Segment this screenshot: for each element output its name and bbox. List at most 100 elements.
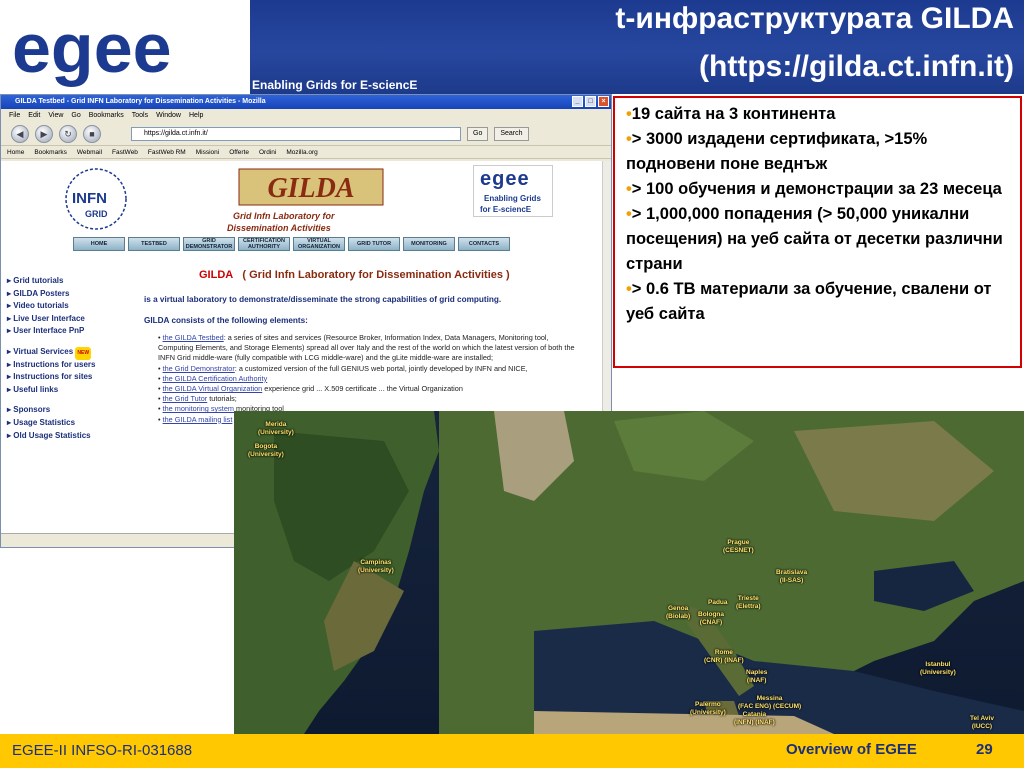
link-monitoring[interactable]: the monitoring system <box>163 404 234 413</box>
map-label-bologna: Bologna (CNAF) <box>698 611 724 626</box>
egee-logo-text: egee <box>12 9 172 87</box>
bookmark-missioni[interactable]: Missioni <box>196 146 219 158</box>
menu-help[interactable]: Help <box>189 109 203 122</box>
close-icon[interactable]: × <box>598 96 609 107</box>
link-old-usage-statistics[interactable]: ▸ Old Usage Statistics <box>7 430 127 443</box>
map-label-campinas: Campinas (University) <box>358 559 394 574</box>
tagline: Enabling Grids for E-sciencE <box>252 78 418 92</box>
link-grid-tutorials[interactable]: ▸ Grid tutorials <box>7 275 127 288</box>
link-sponsors[interactable]: ▸ Sponsors <box>7 404 127 417</box>
nav-certification-authority[interactable]: CERTIFICATION AUTHORITY <box>238 237 290 251</box>
link-usage-statistics[interactable]: ▸ Usage Statistics <box>7 417 127 430</box>
link-gilda-testbed[interactable]: the GILDA Testbed <box>163 333 224 342</box>
slide-subtitle-url: (https://gilda.ct.infn.it) <box>699 50 1014 83</box>
maximize-icon[interactable]: □ <box>585 96 596 107</box>
menu-tools[interactable]: Tools <box>132 109 148 122</box>
bookmark-webmail[interactable]: Webmail <box>77 146 102 158</box>
map-label-tel-aviv: Tel Aviv (IUCC) <box>970 715 994 730</box>
infn-label: INFN <box>72 190 107 207</box>
page-heading: GILDA ( Grid Infn Laboratory for Dissemi… <box>199 269 510 281</box>
bookmark-home[interactable]: Home <box>7 146 24 158</box>
window-controls: _ □ × <box>572 96 609 107</box>
stop-icon[interactable]: ■ <box>83 124 101 143</box>
map-label-bogota: Bogota (University) <box>248 443 284 458</box>
link-gilda-ca[interactable]: the GILDA Certification Authority <box>163 374 268 383</box>
map-image <box>234 411 1024 734</box>
bookmark-offerte[interactable]: Offerte <box>229 146 249 158</box>
gilda-banner: GILDA <box>238 168 384 206</box>
link-instructions-sites[interactable]: ▸ Instructions for sites <box>7 371 127 384</box>
back-icon[interactable]: ◀ <box>11 124 29 143</box>
map-label-catania: Catania (INFN) (INAF) <box>734 711 775 726</box>
world-map: Merida (University) Bogota (University) Ca… <box>234 411 1024 734</box>
menu-window[interactable]: Window <box>156 109 181 122</box>
footer-project-id: EGEE-II INFSO-RI-031688 <box>12 742 193 759</box>
footer-page-number: 29 <box>976 741 993 758</box>
page-bullet: • the GILDA Testbed: a series of sites a… <box>158 333 575 363</box>
bookmark-fastweb[interactable]: FastWeb <box>112 146 138 158</box>
gilda-banner-text: GILDA <box>267 173 354 204</box>
go-button[interactable]: Go <box>467 126 489 141</box>
link-user-interface-pnp[interactable]: ▸ User Interface PnP <box>7 325 127 338</box>
footer-section-title: Overview of EGEE <box>786 741 917 758</box>
map-label-padua: Padua <box>708 599 728 606</box>
slide-title: t-инфраструктурата GILDA <box>615 2 1014 35</box>
minimize-icon[interactable]: _ <box>572 96 583 107</box>
map-label-bratislava: Bratislava (II-SAS) <box>776 569 808 584</box>
infn-grid-logo: INFN GRID <box>65 168 127 230</box>
link-instructions-users[interactable]: ▸ Instructions for users <box>7 359 127 372</box>
link-grid-demonstrator[interactable]: the Grid Demonstrator <box>163 364 235 373</box>
egee-page-word: egee <box>480 168 530 190</box>
statistics-box: •19 сайта на 3 континента •> 3000 издаде… <box>613 96 1022 368</box>
link-virtual-services[interactable]: ▸ Virtual Services NEW <box>7 346 127 360</box>
nav-testbed[interactable]: TESTBED <box>128 237 180 251</box>
nav-grid-demonstrator[interactable]: GRID DEMONSTRATOR <box>183 237 235 251</box>
link-gilda-vo[interactable]: the GILDA Virtual Organization <box>163 384 263 393</box>
link-useful-links[interactable]: ▸ Useful links <box>7 384 127 397</box>
bookmark-fastweb-rm[interactable]: FastWeb RM <box>148 146 186 158</box>
banner-subtitle-1: Grid Infn Laboratory for <box>233 211 335 221</box>
url-input[interactable]: https://gilda.ct.infn.it/ <box>131 126 461 141</box>
menu-edit[interactable]: Edit <box>28 109 40 122</box>
browser-titlebar: GILDA Testbed - Grid INFN Laboratory for… <box>1 95 611 109</box>
browser-navbar: ◀ ▶ ↻ ■ https://gilda.ct.infn.it/ Go Sea… <box>1 122 611 146</box>
slide-header: egee t-инфраструктурата GILDA (https://g… <box>0 0 1024 94</box>
nav-home[interactable]: HOME <box>73 237 125 251</box>
new-badge: NEW <box>75 346 92 360</box>
slide-footer: EGEE-II INFSO-RI-031688 Overview of EGEE… <box>0 734 1024 768</box>
stat-item: •> 100 обучения и демонстрации за 23 мес… <box>626 180 1002 198</box>
egee-page-logo: egee Enabling Grids for E-sciencE <box>473 165 553 217</box>
map-label-merida: Merida (University) <box>258 421 294 436</box>
menu-view[interactable]: View <box>48 109 63 122</box>
map-label-trieste: Trieste (Elettra) <box>736 595 761 610</box>
nav-contacts[interactable]: CONTACTS <box>458 237 510 251</box>
search-button[interactable]: Search <box>494 126 529 141</box>
map-label-genoa: Genoa (Biolab) <box>666 605 691 620</box>
menu-go[interactable]: Go <box>71 109 80 122</box>
nav-grid-tutor[interactable]: GRID TUTOR <box>348 237 400 251</box>
stat-item: •> 1,000,000 попадения (> 50,000 уникалн… <box>626 205 1003 273</box>
page-bullet: • the Grid Demonstrator: a customized ve… <box>158 363 528 373</box>
stat-item: •> 3000 издадени сертификата, >15% подно… <box>626 130 928 173</box>
egee-logo: egee <box>12 9 172 87</box>
forward-icon[interactable]: ▶ <box>35 124 53 143</box>
map-label-prague: Prague (CESNET) <box>723 539 754 554</box>
link-video-tutorials[interactable]: ▸ Video tutorials <box>7 300 127 313</box>
page-bullet: • the GILDA Virtual Organization experie… <box>158 384 463 394</box>
link-grid-tutor[interactable]: the Grid Tutor <box>163 394 208 403</box>
browser-window-title: GILDA Testbed - Grid INFN Laboratory for… <box>15 98 266 105</box>
menu-file[interactable]: File <box>9 109 20 122</box>
reload-icon[interactable]: ↻ <box>59 124 77 143</box>
map-label-rome: Rome (CNR) (INAF) <box>704 649 744 664</box>
link-mailing-list[interactable]: the GILDA mailing list <box>163 415 233 424</box>
bookmark-mozilla[interactable]: Mozilla.org <box>286 146 317 158</box>
nav-virtual-organization[interactable]: VIRTUAL ORGANIZATION <box>293 237 345 251</box>
link-live-user-interface[interactable]: ▸ Live User Interface <box>7 313 127 326</box>
link-gilda-posters[interactable]: ▸ GILDA Posters <box>7 288 127 301</box>
left-link-menu: ▸ Grid tutorials ▸ GILDA Posters ▸ Video… <box>7 275 127 442</box>
bookmark-ordini[interactable]: Ordini <box>259 146 276 158</box>
map-label-messina: Messina (FAC ENG) (CECUM) <box>738 695 802 710</box>
nav-monitoring[interactable]: MONITORING <box>403 237 455 251</box>
bookmark-bookmarks[interactable]: Bookmarks <box>34 146 67 158</box>
menu-bookmarks[interactable]: Bookmarks <box>89 109 124 122</box>
